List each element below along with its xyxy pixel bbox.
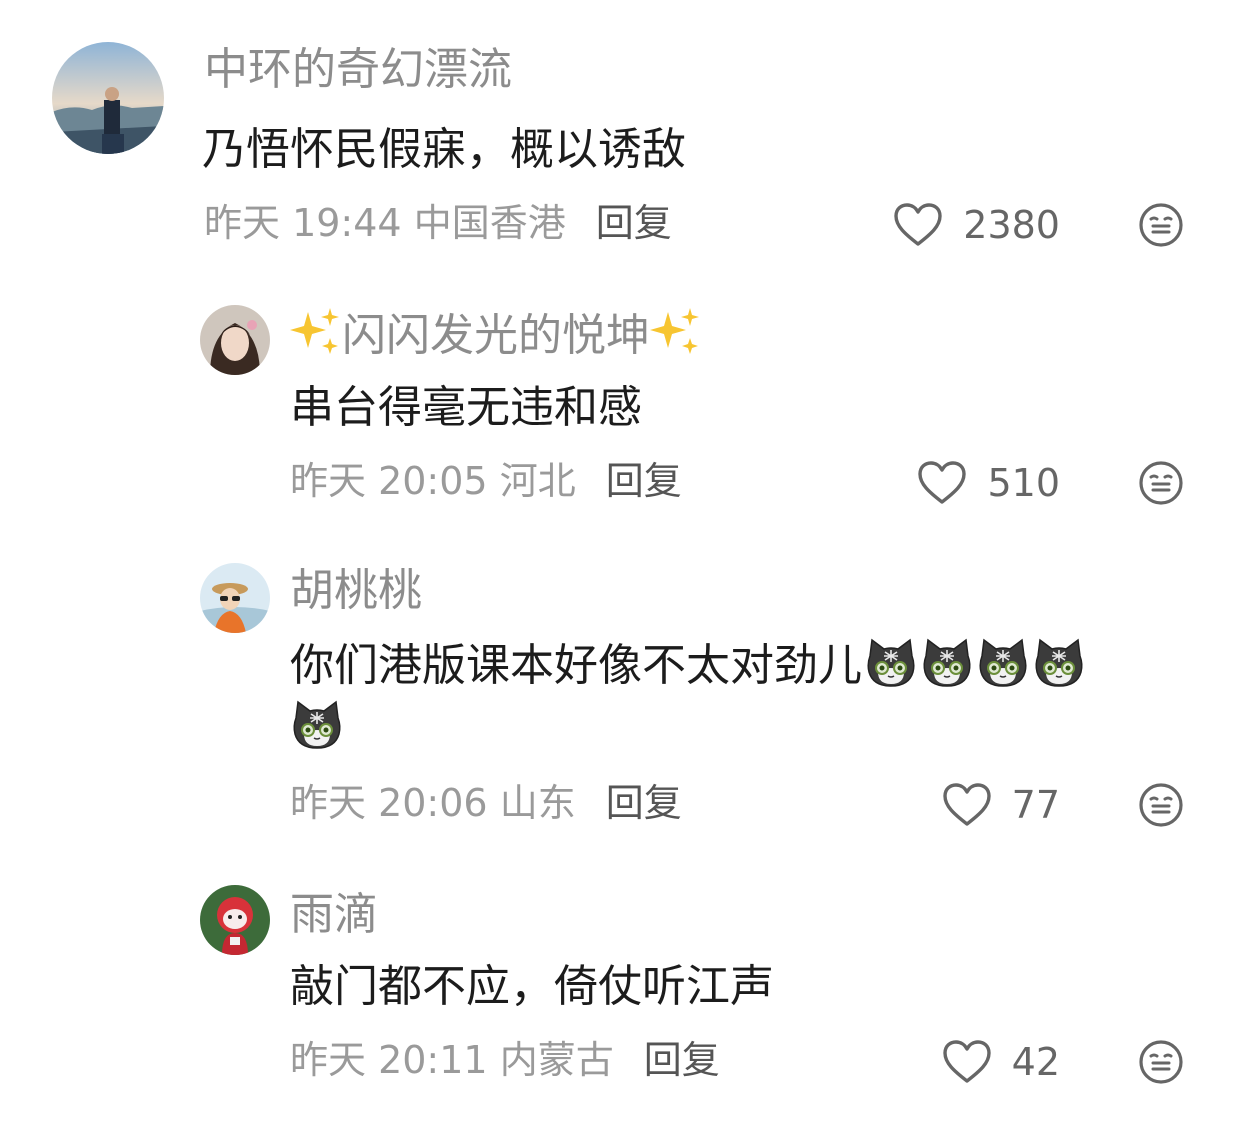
cat-emoji-icon (976, 636, 1030, 690)
comment-text: 串台得毫无违和感 (290, 382, 642, 433)
like-count: 42 (1011, 1040, 1060, 1084)
like-button[interactable]: 77 (942, 780, 1060, 830)
comment-text: 乃悟怀民假寐，概以诱敌 (202, 124, 686, 175)
heart-outline-icon (942, 782, 992, 828)
heart-outline-icon (893, 202, 943, 248)
comment-meta: 昨天 20:06 山东 回复 (290, 778, 682, 828)
heart-outline-icon (917, 460, 967, 506)
sparkles-emoji-icon (290, 306, 342, 358)
avatar[interactable] (200, 305, 270, 375)
reply-button[interactable]: 回复 (606, 459, 682, 503)
cat-emoji-icon (1032, 636, 1086, 690)
reply-item: 闪闪发光的悦坤 串台得毫无违和感 昨天 20:05 河北 回复 510 (0, 280, 1260, 545)
heart-outline-icon (942, 1039, 992, 1085)
ip-location: 河北 (499, 459, 576, 503)
sparkles-emoji-icon (650, 306, 702, 358)
reply-button[interactable]: 回复 (644, 1038, 720, 1082)
like-button[interactable]: 510 (917, 458, 1060, 508)
meh-face-icon[interactable] (1138, 460, 1184, 506)
comment-meta: 昨天 20:05 河北 回复 (290, 456, 682, 506)
avatar[interactable] (200, 563, 270, 633)
like-count: 510 (987, 461, 1060, 505)
cat-emoji-icon (290, 698, 344, 752)
comment-meta: 昨天 19:44 中国香港 回复 (204, 198, 672, 248)
like-count: 77 (1011, 783, 1060, 827)
like-count: 2380 (963, 203, 1060, 247)
username[interactable]: 雨滴 (290, 887, 378, 943)
like-button[interactable]: 42 (942, 1037, 1060, 1087)
cat-emoji-icon (920, 636, 974, 690)
meh-face-icon[interactable] (1138, 202, 1184, 248)
ip-location: 山东 (499, 781, 576, 825)
timestamp: 昨天 19:44 (204, 201, 402, 245)
reply-button[interactable]: 回复 (606, 781, 682, 825)
comment-meta: 昨天 20:11 内蒙古 回复 (290, 1035, 720, 1085)
reply-item: 胡桃桃 你们港版课本好像不太对劲儿 昨天 20:06 山东 回复 77 (0, 545, 1260, 865)
timestamp: 昨天 20:11 (290, 1038, 488, 1082)
reply-button[interactable]: 回复 (596, 201, 672, 245)
comment-text: 你们港版课本好像不太对劲儿 (290, 635, 1170, 759)
username-text: 闪闪发光的悦坤 (342, 310, 650, 361)
like-button[interactable]: 2380 (893, 200, 1060, 250)
avatar[interactable] (200, 885, 270, 955)
meh-face-icon[interactable] (1138, 1039, 1184, 1085)
username[interactable]: 闪闪发光的悦坤 (290, 306, 702, 364)
username[interactable]: 中环的奇幻漂流 (204, 42, 512, 98)
ip-location: 中国香港 (413, 201, 566, 245)
timestamp: 昨天 20:05 (290, 459, 488, 503)
comment-text-body: 你们港版课本好像不太对劲儿 (290, 640, 862, 691)
avatar[interactable] (52, 42, 164, 154)
comment-text: 敲门都不应，倚仗听江声 (290, 961, 774, 1012)
meh-face-icon[interactable] (1138, 782, 1184, 828)
cat-emoji-icon (864, 636, 918, 690)
comment-item: 中环的奇幻漂流 乃悟怀民假寐，概以诱敌 昨天 19:44 中国香港 回复 238… (0, 0, 1260, 280)
reply-item: 雨滴 敲门都不应，倚仗听江声 昨天 20:11 内蒙古 回复 42 (0, 865, 1260, 1122)
ip-location: 内蒙古 (499, 1038, 614, 1082)
timestamp: 昨天 20:06 (290, 781, 488, 825)
username[interactable]: 胡桃桃 (290, 563, 422, 619)
